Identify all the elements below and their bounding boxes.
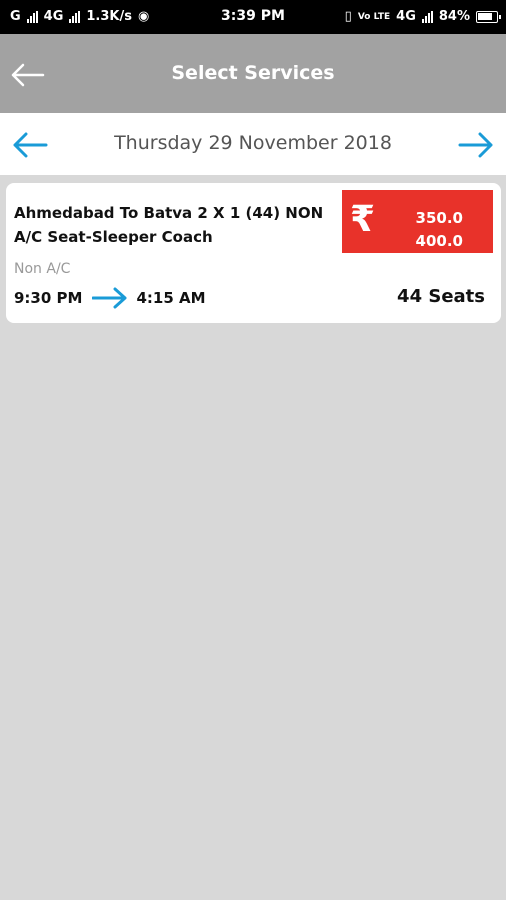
page-title: Select Services	[171, 62, 335, 84]
signal-icon-3	[421, 10, 433, 23]
app-bar: Select Services	[0, 34, 506, 113]
status-bar: G 4G 1.3K/s ◉ 3:39 PM ▯ Vo LTE 4G 84%	[0, 0, 506, 34]
next-date-button[interactable]	[454, 125, 498, 165]
arrow-right-icon	[92, 287, 128, 309]
rupee-icon: ₹	[350, 199, 376, 240]
fare-value: 400.0	[415, 232, 463, 250]
vibrate-icon: ▯	[344, 9, 352, 24]
seats-available: 44 Seats	[397, 286, 485, 307]
arrival-time: 4:15 AM	[136, 289, 206, 307]
arrow-left-icon	[13, 132, 48, 158]
status-right: ▯ Vo LTE 4G 84%	[344, 9, 501, 24]
battery-percent: 84%	[438, 9, 470, 24]
departure-time: 9:30 PM	[14, 289, 83, 307]
service-name: Ahmedabad To Batva 2 X 1 (44) NON A/C Se…	[14, 204, 324, 246]
time-row: 9:30 PM 4:15 AM	[14, 287, 206, 309]
previous-date-button[interactable]	[8, 125, 52, 165]
volte-icon: Vo LTE	[357, 11, 391, 22]
battery-icon	[476, 10, 501, 23]
fare-value: 350.0	[415, 209, 463, 227]
selected-date: Thursday 29 November 2018	[114, 132, 392, 154]
service-card[interactable]: Ahmedabad To Batva 2 X 1 (44) NON A/C Se…	[6, 183, 501, 323]
fare-box: ₹ 350.0 400.0	[342, 190, 493, 253]
arrow-right-icon	[458, 132, 493, 158]
bus-type: Non A/C	[14, 261, 71, 277]
date-bar: Thursday 29 November 2018	[0, 113, 506, 175]
right-network-label: 4G	[396, 9, 416, 24]
